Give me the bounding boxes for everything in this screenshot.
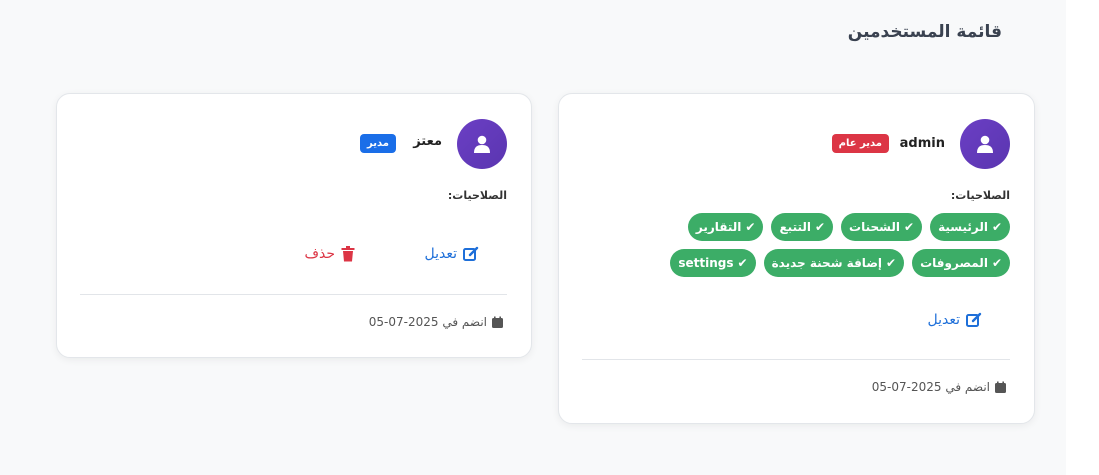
calendar-icon	[995, 381, 1006, 393]
user-name: admin	[899, 136, 945, 151]
joined-date: انضم في 2025-07-05	[369, 315, 504, 329]
user-card-admin: admin مدير عام الصلاحيات: ✔ الرئيسية ✔ الش…	[558, 93, 1035, 424]
permission-badge: ✔ إضافة شحنة جديدة	[763, 249, 905, 277]
calendar-icon	[492, 316, 503, 328]
sidebar-edge	[1066, 0, 1099, 475]
role-badge: مدير	[360, 134, 396, 153]
user-card-moataz: معتز مدير الصلاحيات: تعديل حذف انضم في 2…	[56, 93, 532, 358]
permissions-label: الصلاحيات:	[950, 189, 1010, 202]
check-icon: ✔	[991, 256, 1002, 270]
edit-icon	[463, 246, 479, 261]
delete-label: حذف	[304, 246, 335, 262]
role-badge: مدير عام	[831, 134, 889, 153]
check-icon: ✔	[745, 220, 756, 234]
check-icon: ✔	[991, 220, 1002, 234]
joined-label: انضم في 2025-07-05	[368, 315, 487, 329]
trash-icon	[341, 246, 355, 262]
permission-badge: ✔ الرئيسية	[930, 213, 1010, 241]
edit-label: تعديل	[927, 312, 961, 328]
user-icon	[474, 135, 490, 153]
check-icon: ✔	[737, 256, 748, 270]
permissions-list: ✔ الرئيسية ✔ الشحنات ✔ التتبع ✔ التقارير ✔ ال…	[630, 213, 1010, 277]
permission-badge: ✔ المصروفات	[912, 249, 1010, 277]
permission-badge: ✔ settings	[670, 249, 756, 277]
page-title: قائمة المستخدمين	[847, 22, 1002, 42]
user-name: معتز	[413, 134, 442, 149]
avatar	[457, 119, 507, 169]
joined-date: انضم في 2025-07-05	[872, 380, 1007, 394]
check-icon: ✔	[886, 256, 897, 270]
check-icon: ✔	[814, 220, 826, 234]
divider	[582, 359, 1010, 360]
edit-label: تعديل	[424, 246, 458, 262]
edit-button[interactable]: تعديل	[928, 312, 983, 328]
user-icon	[977, 135, 993, 153]
edit-icon	[966, 312, 982, 327]
joined-label: انضم في 2025-07-05	[871, 380, 990, 394]
divider	[80, 294, 507, 295]
permission-badge: ✔ التتبع	[771, 213, 834, 241]
permission-badge: ✔ الشحنات	[841, 213, 923, 241]
main-content: قائمة المستخدمين admin مدير عام الصلاحيا…	[0, 0, 1066, 475]
avatar	[960, 119, 1010, 169]
delete-button[interactable]: حذف	[304, 246, 355, 262]
check-icon: ✔	[904, 220, 915, 234]
permission-badge: ✔ التقارير	[687, 213, 764, 241]
permissions-label: الصلاحيات:	[447, 189, 507, 202]
edit-button[interactable]: تعديل	[425, 246, 480, 262]
